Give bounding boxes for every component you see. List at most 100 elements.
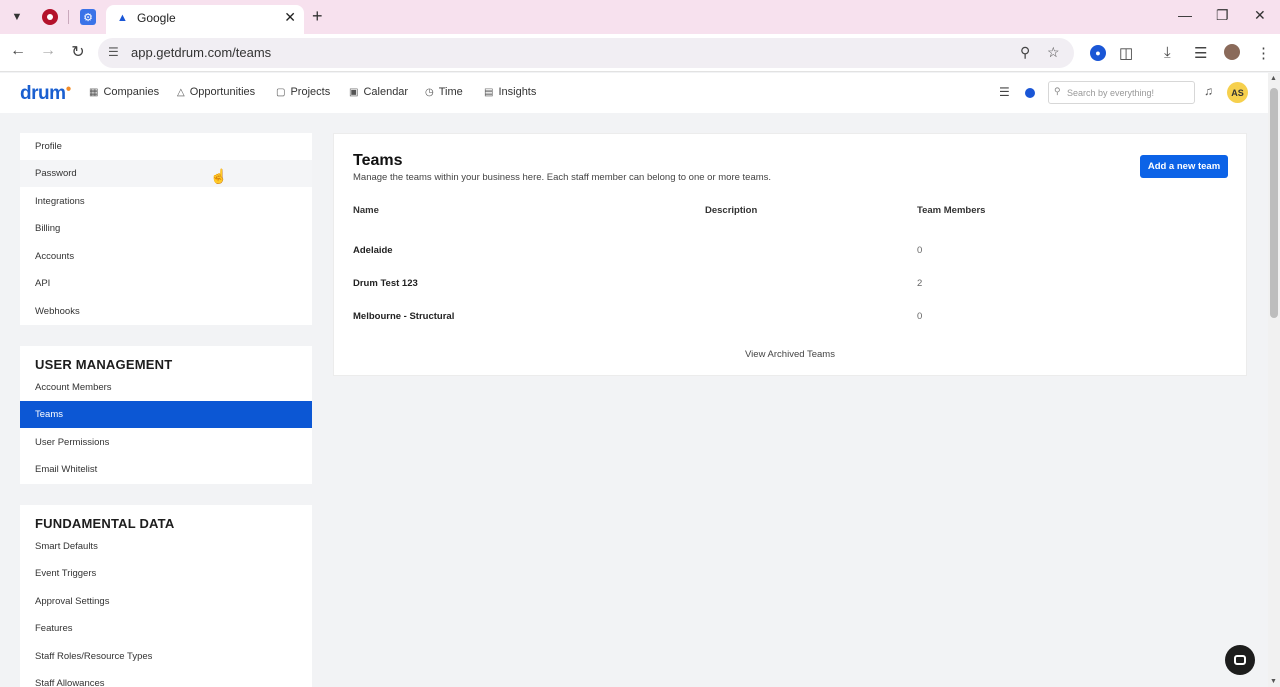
close-window-icon[interactable]: ✕ bbox=[1254, 7, 1266, 24]
team-name[interactable]: Drum Test 123 bbox=[353, 278, 418, 289]
chat-icon[interactable] bbox=[1225, 645, 1255, 675]
team-name[interactable]: Adelaide bbox=[353, 245, 393, 256]
opportunity-icon: △ bbox=[177, 86, 185, 98]
timer-icon[interactable] bbox=[1025, 88, 1035, 98]
app-header: drum● ▦ Companies △ Opportunities ▢ Proj… bbox=[0, 73, 1268, 113]
folder-icon: ▢ bbox=[276, 86, 286, 98]
nav-insights[interactable]: ▤ Insights bbox=[484, 86, 536, 98]
insights-icon: ▤ bbox=[484, 86, 494, 98]
nav-projects[interactable]: ▢ Projects bbox=[276, 86, 330, 98]
column-header-team-members[interactable]: Team Members bbox=[917, 205, 985, 216]
drum-favicon-icon: ▲ bbox=[117, 12, 128, 24]
sidebar-item-event-triggers[interactable]: Event Triggers bbox=[20, 560, 312, 587]
nav-label: Opportunities bbox=[189, 86, 256, 98]
menu-icon[interactable]: ☰ bbox=[999, 85, 1010, 99]
sidebar-account-card: Profile Password Integrations Billing Ac… bbox=[20, 133, 312, 325]
back-icon[interactable]: ← bbox=[8, 42, 28, 60]
sidebar-item-user-permissions[interactable]: User Permissions bbox=[20, 429, 312, 456]
team-member-count: 0 bbox=[917, 245, 923, 256]
clock-icon: ◷ bbox=[425, 86, 434, 98]
star-icon[interactable]: ☆ bbox=[1047, 44, 1060, 61]
forward-icon[interactable]: → bbox=[38, 42, 58, 60]
nav-label: Time bbox=[438, 86, 463, 98]
browser-toolbar: ← → ↻ ☰ app.getdrum.com/teams ⚲ ☆ bbox=[0, 34, 1280, 72]
sidebar-item-approval-settings[interactable]: Approval Settings bbox=[20, 588, 312, 615]
teams-panel: Teams Manage the teams within your busin… bbox=[333, 133, 1247, 376]
minimize-icon[interactable]: — bbox=[1178, 7, 1192, 23]
sidebar-item-account-members[interactable]: Account Members bbox=[20, 374, 312, 401]
sidebar-item-password[interactable]: Password bbox=[20, 160, 312, 187]
table-row[interactable]: Adelaide 0 bbox=[334, 239, 1246, 265]
hand-cursor-icon: ☝ bbox=[210, 168, 228, 184]
team-member-count: 2 bbox=[917, 278, 923, 289]
chevron-down-icon[interactable]: ▼ bbox=[6, 7, 28, 27]
sidebar-item-teams[interactable]: Teams bbox=[20, 401, 312, 428]
nav-label: Insights bbox=[498, 86, 537, 98]
tab-divider bbox=[68, 10, 69, 24]
building-icon: ▦ bbox=[89, 86, 99, 98]
sidebar-item-webhooks[interactable]: Webhooks bbox=[20, 298, 312, 325]
zoom-icon[interactable]: ⚲ bbox=[1020, 44, 1030, 61]
page-subtitle: Manage the teams within your business he… bbox=[353, 172, 772, 183]
record-icon[interactable] bbox=[42, 9, 58, 25]
scroll-down-icon[interactable]: ▼ bbox=[1270, 678, 1277, 685]
scrollbar-thumb[interactable] bbox=[1270, 88, 1278, 318]
search-icon: ⚲ bbox=[1054, 86, 1061, 96]
extensions-icon[interactable]: ◫ bbox=[1119, 44, 1133, 62]
nav-time[interactable]: ◷ Time bbox=[425, 86, 463, 98]
nav-label: Companies bbox=[103, 86, 160, 98]
close-icon[interactable]: ✕ bbox=[284, 9, 296, 26]
column-header-description[interactable]: Description bbox=[705, 205, 757, 216]
plus-icon[interactable]: + bbox=[312, 6, 323, 27]
scroll-up-icon[interactable]: ▲ bbox=[1270, 75, 1277, 82]
nav-companies[interactable]: ▦ Companies bbox=[89, 86, 159, 98]
sidebar-item-api[interactable]: API bbox=[20, 270, 312, 297]
global-search[interactable]: ⚲ bbox=[1048, 81, 1195, 104]
sidebar-user-management-card: USER MANAGEMENT Account Members Teams Us… bbox=[20, 346, 312, 484]
download-icon[interactable]: ⤓ bbox=[1164, 44, 1171, 61]
column-header-name[interactable]: Name bbox=[353, 205, 379, 216]
sidebar-item-profile[interactable]: Profile bbox=[20, 133, 312, 160]
nav-label: Calendar bbox=[363, 86, 409, 98]
sidebar-item-staff-roles[interactable]: Staff Roles/Resource Types bbox=[20, 643, 312, 670]
section-heading: USER MANAGEMENT bbox=[35, 357, 173, 372]
browser-tab-bar: ▼ ⚙ ▲ Google ✕ + — ❐ ✕ bbox=[0, 0, 1280, 34]
sidebar-item-email-whitelist[interactable]: Email Whitelist bbox=[20, 456, 312, 483]
bell-icon[interactable]: ♫ bbox=[1204, 84, 1213, 98]
avatar[interactable]: AS bbox=[1227, 82, 1248, 103]
search-input[interactable] bbox=[1067, 85, 1191, 101]
url-text[interactable]: app.getdrum.com/teams bbox=[131, 45, 271, 60]
settings-icon[interactable]: ⚙ bbox=[80, 9, 96, 25]
sidebar-item-staff-allowances[interactable]: Staff Allowances bbox=[20, 670, 312, 687]
browser-tab[interactable]: ▲ Google ✕ bbox=[106, 5, 304, 34]
restore-icon[interactable]: ❐ bbox=[1216, 7, 1229, 24]
page-title: Teams bbox=[353, 152, 403, 169]
kebab-icon[interactable]: ⋮ bbox=[1256, 44, 1271, 62]
password-icon[interactable]: ● bbox=[1090, 45, 1106, 61]
reload-icon[interactable]: ↻ bbox=[68, 42, 88, 62]
table-row[interactable]: Drum Test 123 2 bbox=[334, 272, 1246, 298]
sidebar-item-integrations[interactable]: Integrations bbox=[20, 188, 312, 215]
page-scrollbar[interactable]: ▲ ▼ bbox=[1268, 73, 1280, 687]
nav-calendar[interactable]: ▣ Calendar bbox=[349, 86, 408, 98]
table-row[interactable]: Melbourne - Structural 0 bbox=[334, 305, 1246, 331]
drum-logo[interactable]: drum● bbox=[20, 83, 72, 105]
sidebar-item-smart-defaults[interactable]: Smart Defaults bbox=[20, 533, 312, 560]
view-archived-teams-link[interactable]: View Archived Teams bbox=[334, 349, 1246, 360]
section-heading: FUNDAMENTAL DATA bbox=[35, 516, 175, 531]
sidebar-fundamental-data-card: FUNDAMENTAL DATA Smart Defaults Event Tr… bbox=[20, 505, 312, 687]
address-bar[interactable]: ☰ app.getdrum.com/teams ⚲ ☆ bbox=[98, 38, 1074, 68]
team-name[interactable]: Melbourne - Structural bbox=[353, 311, 454, 322]
team-member-count: 0 bbox=[917, 311, 923, 322]
nav-opportunities[interactable]: △ Opportunities bbox=[177, 86, 255, 98]
sidebar-item-accounts[interactable]: Accounts bbox=[20, 243, 312, 270]
media-icon[interactable]: ☰ bbox=[1194, 44, 1207, 62]
nav-label: Projects bbox=[290, 86, 331, 98]
site-info-icon[interactable]: ☰ bbox=[108, 45, 119, 59]
tab-title: Google bbox=[137, 11, 176, 25]
sidebar-item-features[interactable]: Features bbox=[20, 615, 312, 642]
calendar-icon: ▣ bbox=[349, 86, 359, 98]
profile-icon[interactable] bbox=[1224, 44, 1240, 60]
sidebar-item-billing[interactable]: Billing bbox=[20, 215, 312, 242]
add-team-button[interactable]: Add a new team bbox=[1140, 155, 1228, 178]
